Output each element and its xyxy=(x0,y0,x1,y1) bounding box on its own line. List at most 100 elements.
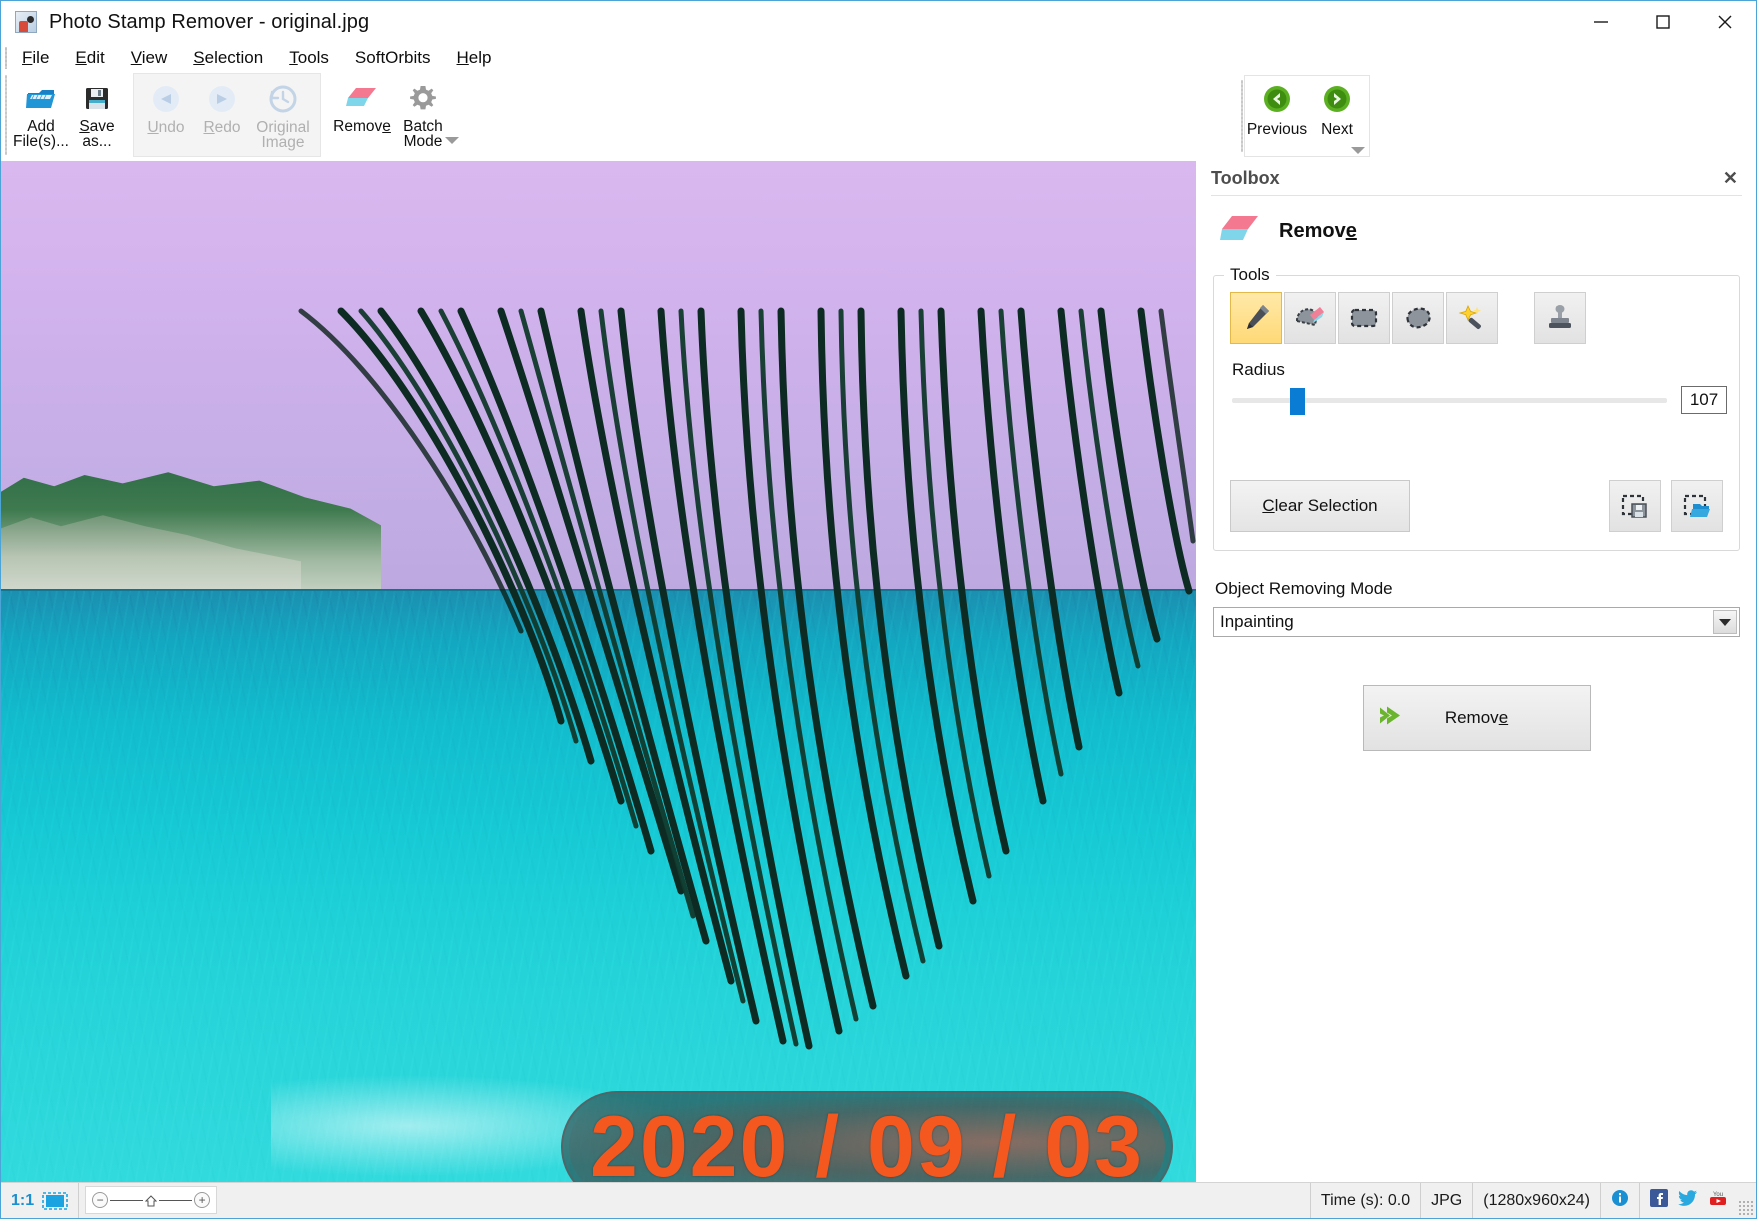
info-icon[interactable] xyxy=(1611,1189,1629,1212)
title-bar: Photo Stamp Remover - original.jpg xyxy=(1,1,1756,43)
redo-arrow-icon xyxy=(206,82,238,116)
zoom-ratio-label[interactable]: 1:1 xyxy=(11,1192,34,1210)
toolbox-header: Toolbox ✕ xyxy=(1197,161,1756,195)
tools-group-legend: Tools xyxy=(1224,265,1276,285)
save-as-label-2: as... xyxy=(82,134,111,149)
radius-slider-thumb[interactable] xyxy=(1290,388,1305,415)
load-selection-button[interactable] xyxy=(1671,480,1723,532)
stamp-tool-button[interactable] xyxy=(1534,292,1586,344)
toolbox-title: Toolbox xyxy=(1211,168,1280,189)
window-controls xyxy=(1570,1,1756,43)
status-spacer xyxy=(223,1183,1311,1218)
ribbon-toolbar: Add File(s)... Save as... xyxy=(1,73,1756,161)
radius-value-input[interactable]: 107 xyxy=(1681,386,1727,414)
ribbon-group-navigation: Previous Next xyxy=(1244,75,1370,157)
open-folder-icon xyxy=(25,81,57,115)
palm-frond-overlay xyxy=(1,161,1196,1061)
ribbon-group-actions: Remove Batch Mode xyxy=(325,73,469,157)
save-selection-button[interactable] xyxy=(1609,480,1661,532)
original-image-button[interactable]: Original Image xyxy=(250,76,316,150)
resize-grip[interactable] xyxy=(1738,1200,1754,1216)
lasso-select-tool-button[interactable] xyxy=(1392,292,1444,344)
clear-selection-button[interactable]: Clear Selection xyxy=(1230,480,1410,532)
add-files-label-2: File(s)... xyxy=(13,134,69,149)
save-selection-icon xyxy=(1619,490,1651,522)
menu-tools[interactable]: Tools xyxy=(276,46,342,70)
image-canvas[interactable]: 2020 / 09 / 03 xyxy=(1,161,1196,1182)
batch-mode-label-2: Mode xyxy=(404,134,443,149)
chevron-down-icon[interactable] xyxy=(1713,610,1737,634)
zoom-home-marker[interactable] xyxy=(145,1194,157,1206)
status-format: JPG xyxy=(1421,1183,1473,1218)
minimize-button[interactable] xyxy=(1570,1,1632,43)
ribbon-group-expand-caret[interactable] xyxy=(445,137,459,144)
ribbon-group-file: Add File(s)... Save as... xyxy=(9,73,129,157)
add-files-button[interactable]: Add File(s)... xyxy=(13,75,69,149)
add-files-label-1: Add xyxy=(27,119,55,134)
batch-mode-button[interactable]: Batch Mode xyxy=(395,75,451,149)
magic-wand-icon xyxy=(1455,301,1489,335)
zoom-out-button[interactable]: − xyxy=(92,1192,108,1208)
status-bar: 1:1 − + Time (s): 0.0 JPG (1280x960x24) xyxy=(1,1182,1756,1218)
redo-label: Redo xyxy=(203,120,240,135)
previous-label: Previous xyxy=(1247,121,1307,139)
close-button[interactable] xyxy=(1694,1,1756,43)
remove-action-button[interactable]: Remove xyxy=(1363,685,1591,751)
magic-wand-tool-button[interactable] xyxy=(1446,292,1498,344)
next-button[interactable]: Next xyxy=(1307,82,1367,156)
status-info-cell xyxy=(1601,1183,1640,1218)
zoom-slider[interactable]: − + xyxy=(85,1186,217,1214)
undo-button[interactable]: Undo xyxy=(138,76,194,135)
toolbox-panel: Toolbox ✕ Remove Tools xyxy=(1196,161,1756,1182)
remove-ribbon-button[interactable]: Remove xyxy=(329,75,395,134)
original-image-label-2: Image xyxy=(261,135,304,150)
ribbon-group-history: Undo Redo O xyxy=(133,73,321,157)
radius-slider[interactable] xyxy=(1232,388,1667,412)
section-title-text: Remove xyxy=(1279,220,1357,243)
watermark-selection[interactable]: 2020 / 09 / 03 xyxy=(561,1091,1173,1182)
batch-mode-label-1: Batch xyxy=(403,119,443,134)
eraser-tool-button[interactable] xyxy=(1284,292,1336,344)
eraser-tool-icon xyxy=(1293,301,1327,335)
tools-group: Tools xyxy=(1213,275,1740,551)
radius-control-row: 107 xyxy=(1226,386,1727,414)
undo-label: Undo xyxy=(147,120,184,135)
fit-to-window-icon[interactable] xyxy=(42,1192,68,1210)
previous-button[interactable]: Previous xyxy=(1247,82,1307,156)
floppy-disk-icon xyxy=(83,81,111,115)
status-time: Time (s): 0.0 xyxy=(1311,1183,1421,1218)
menu-bar: File Edit View Selection Tools SoftOrbit… xyxy=(1,43,1756,73)
rectangle-select-tool-button[interactable] xyxy=(1338,292,1390,344)
object-removing-mode-label: Object Removing Mode xyxy=(1215,579,1756,599)
object-removing-mode-select[interactable]: Inpainting xyxy=(1213,607,1740,637)
zoom-track-right xyxy=(159,1200,192,1201)
next-label: Next xyxy=(1321,121,1353,139)
twitter-icon[interactable] xyxy=(1678,1189,1698,1212)
pencil-tool-button[interactable] xyxy=(1230,292,1282,344)
menu-file[interactable]: File xyxy=(9,46,62,70)
toolbox-close-icon[interactable]: ✕ xyxy=(1717,168,1744,189)
menu-view[interactable]: View xyxy=(118,46,181,70)
eraser-icon xyxy=(1219,212,1261,251)
radius-label: Radius xyxy=(1232,360,1727,380)
save-as-button[interactable]: Save as... xyxy=(69,75,125,149)
remove-ribbon-label: Remove xyxy=(333,119,391,134)
stamp-icon xyxy=(1543,301,1577,335)
load-selection-icon xyxy=(1681,490,1713,522)
lasso-select-icon xyxy=(1401,301,1435,335)
menu-help[interactable]: Help xyxy=(444,46,505,70)
main-area: 2020 / 09 / 03 Toolbox ✕ Remove Too xyxy=(1,161,1756,1182)
original-image-label-1: Original xyxy=(256,120,309,135)
navigation-expand-caret[interactable] xyxy=(1351,147,1365,154)
youtube-icon[interactable]: You xyxy=(1708,1189,1728,1212)
selection-actions-row: Clear Selection xyxy=(1226,480,1727,532)
maximize-button[interactable] xyxy=(1632,1,1694,43)
menu-edit[interactable]: Edit xyxy=(62,46,117,70)
menu-selection[interactable]: Selection xyxy=(180,46,276,70)
status-social-cell: You xyxy=(1640,1183,1738,1218)
menu-softorbits[interactable]: SoftOrbits xyxy=(342,46,444,70)
zoom-in-button[interactable]: + xyxy=(194,1192,210,1208)
facebook-icon[interactable] xyxy=(1650,1189,1668,1212)
redo-button[interactable]: Redo xyxy=(194,76,250,135)
green-right-arrow-icon xyxy=(1322,82,1352,116)
